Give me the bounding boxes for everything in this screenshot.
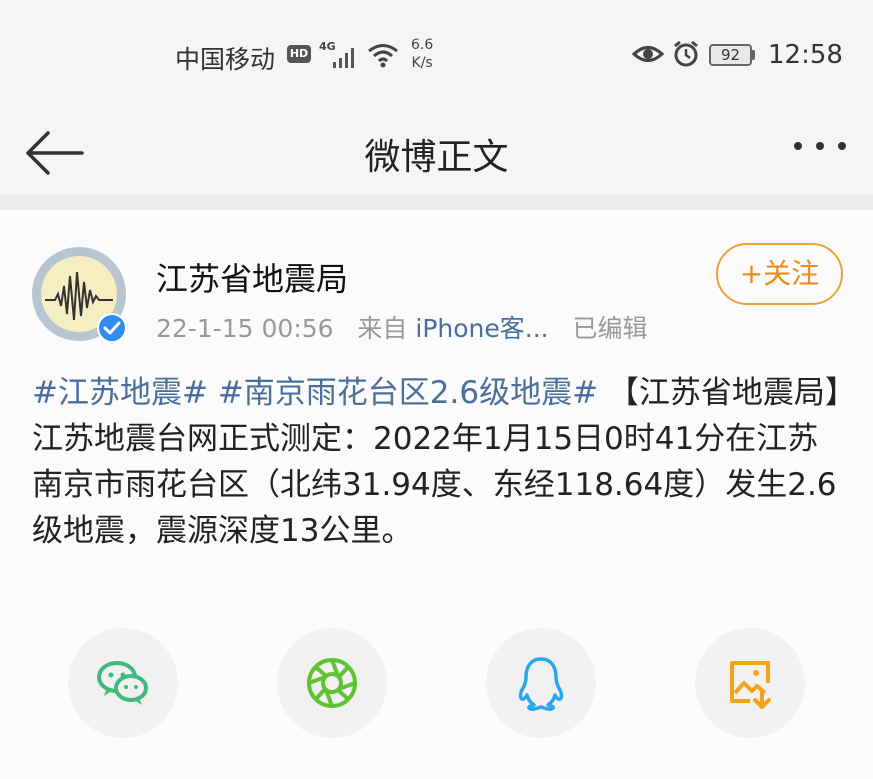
hashtag-link[interactable]: #南京雨花台区2.6级地震# (218, 375, 598, 411)
page-title: 微博正文 (364, 137, 509, 178)
post-text: #江苏地震# #南京雨花台区2.6级地震# 【江苏省地震局】江苏地震台网正式测定… (32, 370, 847, 554)
speed-value: 6.6 (411, 37, 434, 53)
post-source[interactable]: iPhone客... (415, 314, 548, 343)
author-name[interactable]: 江苏省地震局 (156, 254, 348, 300)
battery-indicator: 92 (709, 44, 752, 66)
share-qq-button[interactable] (486, 628, 596, 738)
source-prefix: 来自 (357, 314, 408, 343)
share-wechat-button[interactable] (68, 628, 178, 738)
qq-icon (518, 657, 564, 711)
wechat-icon (97, 661, 148, 705)
carrier-name: 中国移动 (175, 45, 276, 74)
eye-icon (632, 46, 664, 62)
verified-badge-icon (97, 313, 127, 343)
battery-tip (752, 50, 755, 60)
clock: 12:58 (768, 40, 843, 70)
save-image-icon (730, 661, 771, 709)
wifi-icon (368, 44, 398, 68)
network-speed: 6.6 K/s (411, 36, 433, 72)
more-dots-icon[interactable] (792, 140, 848, 152)
speed-unit: K/s (411, 55, 433, 71)
signal-icon (333, 44, 359, 68)
post-date: 22-1-15 00:56 (156, 314, 334, 343)
top-nav-bar: 微博正文 (0, 110, 873, 190)
hashtag-link[interactable]: #江苏地震# (32, 375, 208, 411)
follow-button[interactable]: +关注 (716, 243, 843, 305)
status-bar: 中国移动 HD 4G 6.6 K/s 92 12:58 (0, 0, 873, 110)
header-divider (0, 195, 873, 210)
alarm-icon (674, 40, 698, 67)
post-meta: 22-1-15 00:56 来自 iPhone客... 已编辑 (156, 309, 647, 345)
hd-badge: HD (287, 45, 311, 63)
edited-label: 已编辑 (572, 314, 648, 343)
share-moments-button[interactable] (277, 628, 387, 738)
save-image-button[interactable] (695, 628, 805, 738)
moments-icon (307, 658, 357, 708)
